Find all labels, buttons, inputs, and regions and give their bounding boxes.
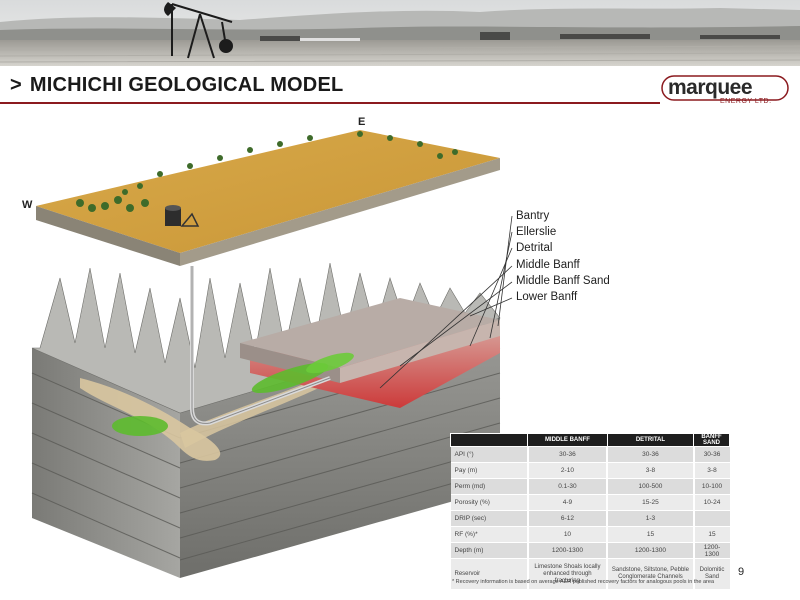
logo-wordmark: marquee	[668, 76, 753, 99]
table-row-header: DRIP (sec)	[450, 510, 528, 527]
table-cell: 10-100	[692, 478, 730, 495]
layer-label-middle-banff-sand: Middle Banff Sand	[516, 275, 610, 287]
table-header-cell: DETRITAL	[606, 433, 695, 447]
table-row: Perm (md) 0.1-30 100-500 10-100	[450, 478, 730, 495]
table-row: Pay (m) 2-10 3-8 3-8	[450, 462, 730, 479]
table-row: DRIP (sec) 6-12 1-3	[450, 510, 730, 527]
layer-label-lower-banff: Lower Banff	[516, 291, 578, 303]
table-cell: 30-36	[606, 446, 694, 463]
table-row-header: Depth (m)	[450, 542, 528, 559]
logo-subtext: ENERGY LTD.	[720, 98, 772, 105]
table-cell	[692, 510, 730, 527]
compass-east-label: E	[358, 116, 366, 128]
table-row-header: Perm (md)	[450, 478, 528, 495]
layer-label-bantry: Bantry	[516, 210, 550, 222]
table-row-header: Porosity (%)	[450, 494, 528, 511]
table-cell: 3-8	[606, 462, 694, 479]
page-number: 9	[738, 566, 745, 578]
title-underline	[0, 102, 660, 104]
page-title: > MICHICHI GEOLOGICAL MODEL	[10, 74, 343, 97]
table-row-header: API (°)	[450, 446, 528, 463]
table-cell: 10	[526, 526, 608, 543]
table-row: API (°) 30-36 30-36 30-36	[450, 446, 730, 463]
layer-label-middle-banff: Middle Banff	[516, 259, 580, 271]
reservoir-properties-table: MIDDLE BANFF DETRITAL BANFF SAND API (°)…	[450, 433, 730, 590]
table-cell: 15	[692, 526, 730, 543]
table-cell: 4-9	[526, 494, 608, 511]
table-header-cell: BANFF SAND	[693, 433, 730, 447]
table-cell: 100-500	[606, 478, 694, 495]
table-cell: 15	[606, 526, 694, 543]
table-header-cell	[450, 433, 528, 447]
banner-landscape-image	[0, 0, 800, 66]
compass-west-label: W	[22, 199, 33, 211]
table-footnote: * Recovery information is based on avera…	[452, 579, 715, 585]
table-row-header: RF (%)*	[450, 526, 528, 543]
table-cell: 0.1-30	[526, 478, 608, 495]
table-cell: 6-12	[526, 510, 608, 527]
table-cell: 1200-1300	[526, 542, 608, 559]
table-row: Depth (m) 1200-1300 1200-1300 1200-1300	[450, 542, 730, 559]
table-cell: 10-24	[692, 494, 730, 511]
table-row-header: Pay (m)	[450, 462, 528, 479]
table-header-row: MIDDLE BANFF DETRITAL BANFF SAND	[450, 433, 730, 447]
table-cell: 30-36	[692, 446, 730, 463]
title-chevron: >	[10, 74, 22, 96]
table-cell: 1200-1300	[692, 542, 730, 559]
table-cell: 30-36	[526, 446, 608, 463]
table-cell: 1-3	[606, 510, 694, 527]
table-row: RF (%)* 10 15 15	[450, 526, 730, 543]
table-header-cell: MIDDLE BANFF	[527, 433, 608, 447]
table-cell: 15-25	[606, 494, 694, 511]
table-cell: 3-8	[692, 462, 730, 479]
table-row: Porosity (%) 4-9 15-25 10-24	[450, 494, 730, 511]
table-cell: 2-10	[526, 462, 608, 479]
layer-label-detrital: Detrital	[516, 242, 553, 254]
table-cell: 1200-1300	[606, 542, 694, 559]
title-text: MICHICHI GEOLOGICAL MODEL	[29, 74, 344, 96]
layer-label-ellerslie: Ellerslie	[516, 226, 557, 238]
